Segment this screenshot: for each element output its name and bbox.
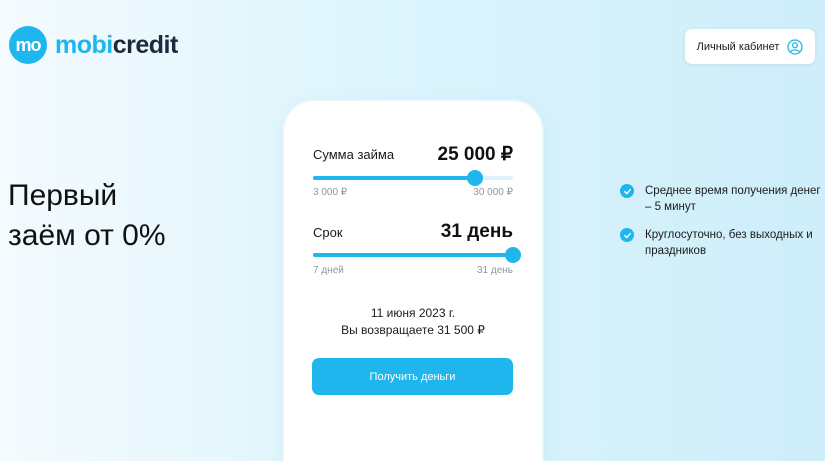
amount-slider-thumb[interactable] xyxy=(467,170,483,186)
amount-slider[interactable] xyxy=(313,170,513,186)
hero-title-line1: Первый xyxy=(8,179,118,212)
account-button[interactable]: Личный кабинет xyxy=(685,29,815,64)
check-icon xyxy=(620,228,634,242)
logo-mark: mo xyxy=(9,26,47,64)
feature-item: Круглосуточно, без выходных и праздников xyxy=(620,227,825,259)
feature-text: Среднее время получения денег – 5 минут xyxy=(645,185,821,213)
term-label: Срок xyxy=(313,225,343,240)
get-money-button[interactable]: Получить деньги xyxy=(312,358,513,395)
amount-max-label: 30 000 ₽ xyxy=(473,187,513,198)
term-slider-thumb[interactable] xyxy=(505,247,521,263)
amount-label: Сумма займа xyxy=(313,147,395,162)
check-icon xyxy=(620,184,634,198)
user-circle-icon xyxy=(787,38,804,55)
hero-title-line2: заём от 0% xyxy=(8,219,166,252)
term-min-label: 7 дней xyxy=(313,265,344,276)
account-button-label: Личный кабинет xyxy=(696,40,780,53)
logo-wordmark-prefix: mobi xyxy=(55,30,113,59)
feature-item: Среднее время получения денег – 5 минут xyxy=(620,183,825,215)
get-money-button-label: Получить деньги xyxy=(369,370,456,383)
term-slider-fill xyxy=(313,253,513,257)
logo-wordmark: mobicredit xyxy=(55,31,178,60)
term-slider[interactable] xyxy=(313,247,521,263)
amount-value: 25 000 ₽ xyxy=(437,144,513,165)
brand-logo[interactable]: mo mobicredit xyxy=(9,26,178,64)
summary-date: 11 июня 2023 г. xyxy=(370,306,456,320)
summary-return: Вы возвращаете 31 500 ₽ xyxy=(341,323,485,337)
term-max-label: 31 день xyxy=(476,265,513,276)
term-value: 31 день xyxy=(440,221,513,242)
logo-wordmark-suffix: credit xyxy=(112,30,179,59)
hero-title: Первый заём от 0% xyxy=(8,176,166,256)
feature-text: Круглосуточно, без выходных и праздников xyxy=(645,229,813,257)
amount-min-label: 3 000 ₽ xyxy=(313,187,348,198)
loan-calculator-card: Сумма займа 25 000 ₽ 3 000 ₽ 30 000 ₽ Ср… xyxy=(284,101,542,461)
amount-slider-fill xyxy=(313,176,475,180)
